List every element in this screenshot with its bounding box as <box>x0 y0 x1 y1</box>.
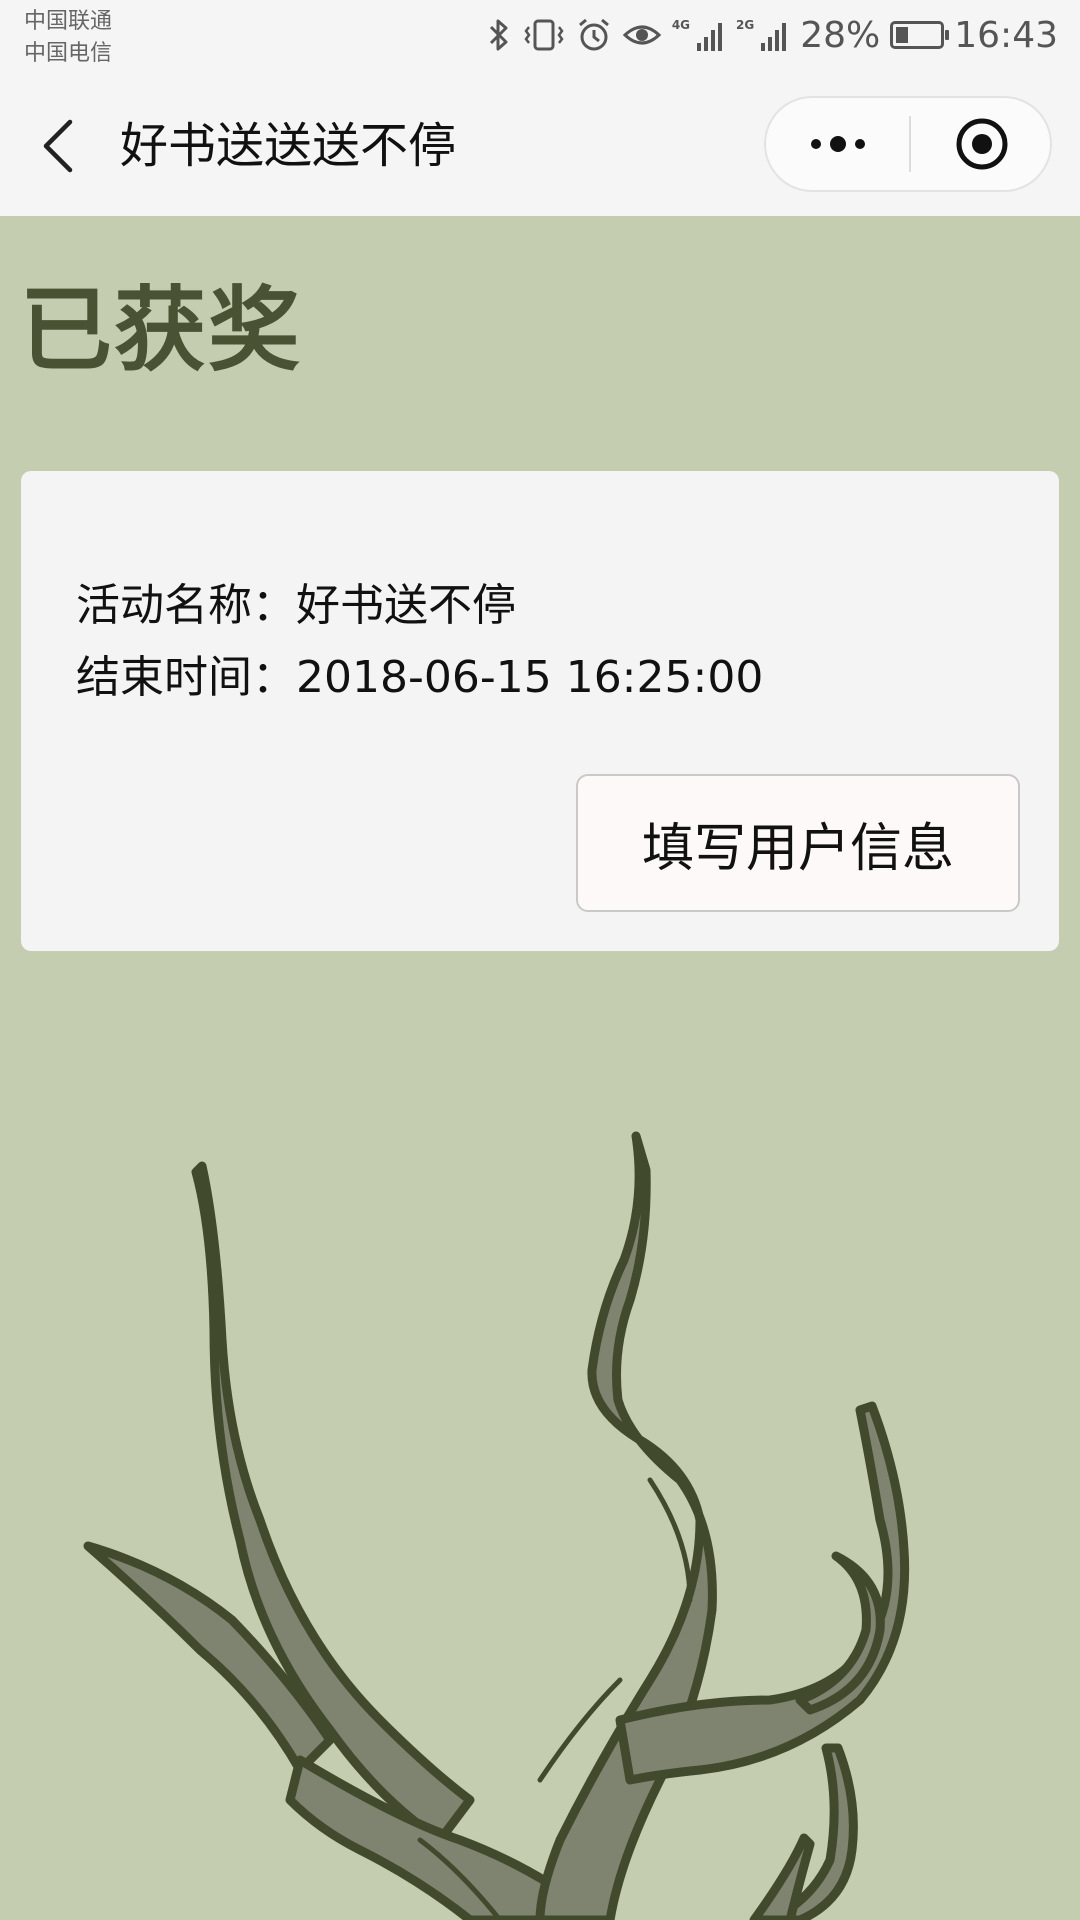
more-button[interactable] <box>766 98 909 190</box>
status-bar: 中国联通 中国电信 4G 2G 28% 16:43 <box>0 0 1080 76</box>
page-title: 好书送送送不停 <box>120 118 457 174</box>
bluetooth-icon <box>489 19 508 51</box>
more-dots-icon <box>810 136 865 152</box>
vibrate-icon <box>524 19 564 51</box>
activity-name-value: 好书送不停 <box>296 580 516 631</box>
battery-percent: 28% <box>800 14 881 56</box>
close-button[interactable] <box>911 98 1052 190</box>
activity-name-row: 活动名称：好书送不停 <box>76 570 516 642</box>
fill-user-info-button[interactable]: 填写用户信息 <box>576 774 1020 912</box>
battery-level <box>896 27 908 43</box>
status-icons: 4G 2G 28% 16:43 <box>486 10 1058 60</box>
network-label-1: 4G <box>671 18 691 32</box>
eye-icon <box>622 25 662 45</box>
carrier-list: 中国联通 中国电信 <box>24 6 112 70</box>
chevron-left-icon <box>43 119 73 173</box>
signal-icon-2 <box>761 23 787 51</box>
status-heading: 已获奖 <box>20 277 303 384</box>
end-time-label: 结束时间： <box>76 652 296 703</box>
end-time-value: 2018-06-15 16:25:00 <box>296 652 764 703</box>
network-label-2: 2G <box>736 18 755 32</box>
nav-bar: 好书送送送不停 <box>0 76 1080 216</box>
carrier-1: 中国联通 <box>24 9 113 34</box>
signal-icon <box>697 23 723 51</box>
mini-program-capsule <box>764 96 1052 192</box>
battery-icon <box>890 21 950 49</box>
clock: 16:43 <box>954 14 1058 56</box>
alarm-icon <box>578 18 609 51</box>
screen: 中国联通 中国电信 4G 2G 28% 16:43 好书送送送不停 已获奖 活动… <box>0 0 1080 1920</box>
tree-illustration <box>83 1131 910 1920</box>
target-circle-icon <box>956 118 1007 170</box>
carrier-2: 中国电信 <box>24 41 113 66</box>
back-button[interactable] <box>34 114 84 178</box>
end-time-row: 结束时间：2018-06-15 16:25:00 <box>76 642 763 714</box>
activity-name-label: 活动名称： <box>76 580 296 631</box>
